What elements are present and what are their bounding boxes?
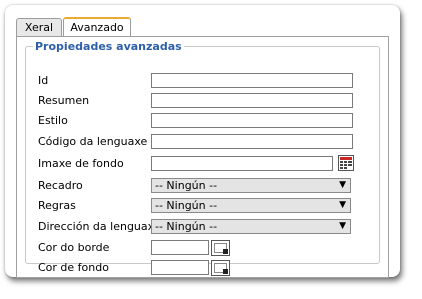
chevron-down-icon: ▼ (339, 200, 346, 210)
id-input[interactable] (151, 73, 353, 88)
chevron-down-icon: ▼ (339, 180, 346, 190)
color-picker-icon[interactable] (211, 240, 230, 256)
row-resumen: Resumen (26, 93, 381, 109)
direccion-lenguaxe-label: Dirección da lenguaxe (38, 220, 161, 233)
row-direccion-lenguaxe: Dirección da lenguaxe -- Ningún -- ▼ (26, 219, 381, 235)
codigo-lenguaxe-input[interactable] (151, 134, 353, 149)
row-recadro: Recadro -- Ningún -- ▼ (26, 178, 381, 194)
estilo-input[interactable] (151, 113, 353, 128)
resumen-input[interactable] (151, 93, 353, 108)
cor-borde-input[interactable] (151, 240, 209, 255)
row-id: Id (26, 73, 381, 89)
estilo-label: Estilo (38, 114, 68, 127)
regras-selected-value: -- Ningún -- (155, 199, 218, 212)
direccion-lenguaxe-select[interactable]: -- Ningún -- ▼ (151, 219, 351, 234)
row-cor-fondo: Cor de fondo (26, 260, 381, 276)
row-codigo-lenguaxe: Código da lenguaxe (26, 134, 381, 150)
tab-panel: Propiedades avanzadas Id Resumen Estilo … (16, 36, 389, 278)
recadro-label: Recadro (38, 179, 83, 192)
advanced-properties-dialog: Xeral Avanzado Propiedades avanzadas Id … (5, 5, 400, 278)
cor-borde-label: Cor do borde (38, 241, 110, 254)
row-estilo: Estilo (26, 113, 381, 129)
cor-fondo-input[interactable] (151, 260, 209, 275)
direccion-lenguaxe-selected-value: -- Ningún -- (155, 220, 218, 233)
dropdown-corner-icon (223, 269, 228, 274)
row-imaxe-fondo: Imaxe de fondo (26, 155, 381, 172)
fieldset-legend: Propiedades avanzadas (35, 40, 182, 53)
resumen-label: Resumen (38, 94, 90, 107)
chevron-down-icon: ▼ (339, 221, 346, 231)
imaxe-fondo-input[interactable] (151, 156, 333, 171)
row-regras: Regras -- Ningún -- ▼ (26, 198, 381, 214)
recadro-selected-value: -- Ningún -- (155, 179, 218, 192)
regras-label: Regras (38, 199, 76, 212)
recadro-select[interactable]: -- Ningún -- ▼ (151, 178, 351, 193)
browse-icon[interactable] (338, 155, 354, 171)
cor-fondo-label: Cor de fondo (38, 261, 109, 274)
regras-select[interactable]: -- Ningún -- ▼ (151, 198, 351, 213)
imaxe-fondo-label: Imaxe de fondo (38, 157, 124, 170)
color-picker-icon[interactable] (211, 260, 230, 276)
id-label: Id (38, 74, 49, 87)
tab-xeral[interactable]: Xeral (16, 18, 62, 36)
row-cor-borde: Cor do borde (26, 240, 381, 256)
dropdown-corner-icon (223, 249, 228, 254)
codigo-lenguaxe-label: Código da lenguaxe (38, 135, 148, 148)
advanced-properties-fieldset: Propiedades avanzadas Id Resumen Estilo … (25, 40, 381, 276)
tab-avanzado[interactable]: Avanzado (63, 17, 131, 36)
